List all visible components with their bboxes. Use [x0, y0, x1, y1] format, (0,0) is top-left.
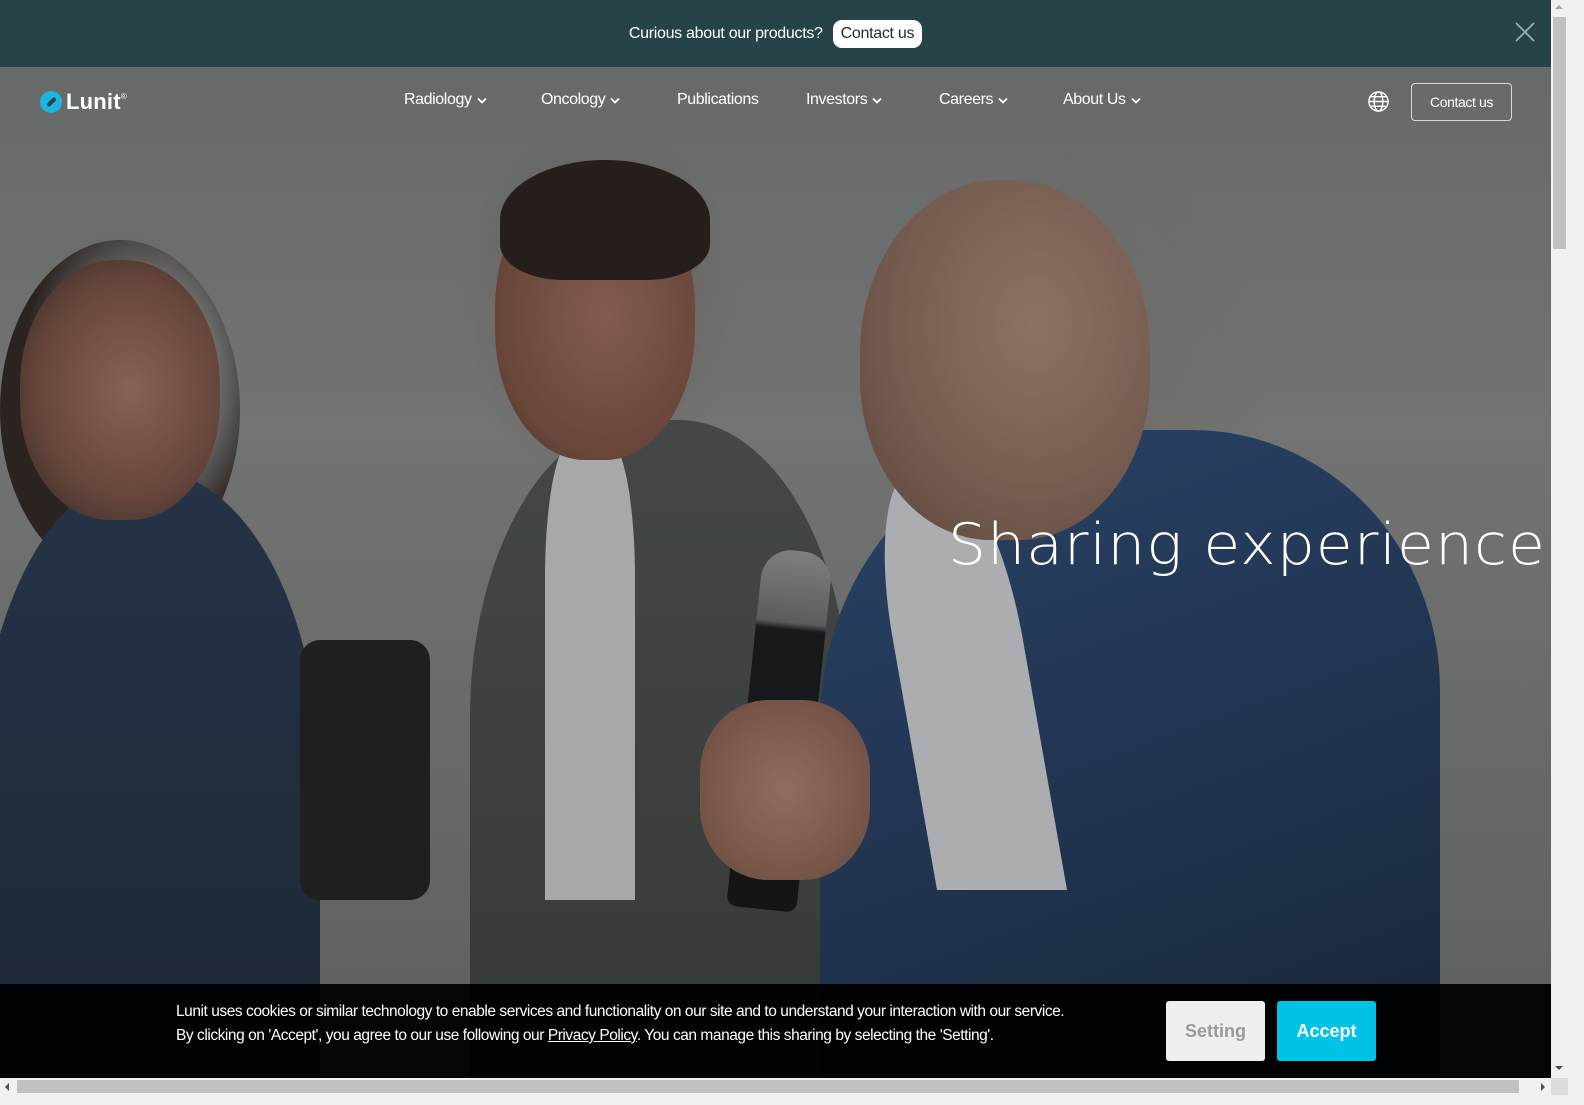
cookie-message-line1: Lunit uses cookies or similar technology… — [176, 1003, 1065, 1020]
page-viewport: Sharing experience Curious about our pro… — [0, 0, 1551, 1078]
nav-item-label: Publications — [677, 91, 759, 108]
nav-item-investors[interactable]: Investors — [806, 91, 882, 109]
nav-item-publications[interactable]: Publications — [677, 91, 759, 109]
scrollbar-corner — [1551, 1078, 1568, 1095]
cookie-text-suffix: . You can manage this sharing by selecti… — [636, 1027, 994, 1044]
nav-item-label: Radiology — [404, 91, 472, 108]
hero-title: Sharing experience — [948, 511, 1546, 579]
privacy-policy-link[interactable]: Privacy Policy — [548, 1027, 637, 1044]
nav-item-label: About Us — [1063, 91, 1126, 108]
nav-item-label: Investors — [806, 91, 868, 108]
nav-item-label: Oncology — [541, 91, 606, 108]
nav-item-oncology[interactable]: Oncology — [541, 91, 621, 109]
vertical-scrollbar[interactable] — [1551, 0, 1568, 1078]
announcement-bar: Curious about our products? Contact us — [0, 0, 1551, 67]
announcement-contact-button[interactable]: Contact us — [832, 19, 923, 48]
nav-item-about-us[interactable]: About Us — [1063, 91, 1141, 109]
scroll-down-arrow-icon[interactable] — [1555, 1066, 1563, 1070]
cookie-message-line2: By clicking on 'Accept', you agree to ou… — [176, 1024, 1064, 1048]
scroll-right-arrow-icon[interactable] — [1541, 1083, 1545, 1091]
logo-wordmark: Lunit — [66, 89, 121, 114]
lunit-logo[interactable]: Lunit ® — [40, 89, 127, 115]
cookie-text-prefix: By clicking on 'Accept', you agree to ou… — [176, 1027, 548, 1044]
vertical-scrollbar-thumb[interactable] — [1553, 17, 1566, 249]
close-icon[interactable] — [1513, 20, 1537, 44]
cookie-accept-button[interactable]: Accept — [1277, 1001, 1376, 1061]
chevron-down-icon — [872, 97, 882, 104]
lunit-logo-icon — [40, 91, 62, 113]
horizontal-scrollbar-thumb[interactable] — [17, 1080, 1519, 1093]
nav-item-radiology[interactable]: Radiology — [404, 91, 487, 109]
nav-item-label: Careers — [939, 91, 994, 108]
chevron-down-icon — [476, 97, 487, 104]
nav-contact-button[interactable]: Contact us — [1411, 83, 1512, 121]
scroll-left-arrow-icon[interactable] — [5, 1083, 9, 1091]
hero-background-video: Sharing experience — [0, 0, 1551, 1078]
chevron-down-icon — [998, 97, 1008, 104]
announcement-text: Curious about our products? — [628, 24, 823, 42]
horizontal-scrollbar[interactable] — [0, 1078, 1551, 1095]
chevron-down-icon — [1130, 97, 1141, 104]
globe-icon[interactable] — [1367, 90, 1390, 113]
chevron-down-icon — [610, 97, 621, 104]
nav-item-careers[interactable]: Careers — [939, 91, 1008, 109]
registered-mark: ® — [120, 91, 127, 101]
window-bottom-edge — [0, 1095, 1584, 1105]
cookie-setting-button[interactable]: Setting — [1166, 1001, 1265, 1061]
scroll-up-arrow-icon[interactable] — [1555, 5, 1563, 9]
main-navigation: Lunit ® Radiology Oncology Publications … — [0, 67, 1551, 137]
cookie-message: Lunit uses cookies or similar technology… — [176, 1000, 1065, 1048]
cookie-banner: Lunit uses cookies or similar technology… — [0, 984, 1551, 1078]
